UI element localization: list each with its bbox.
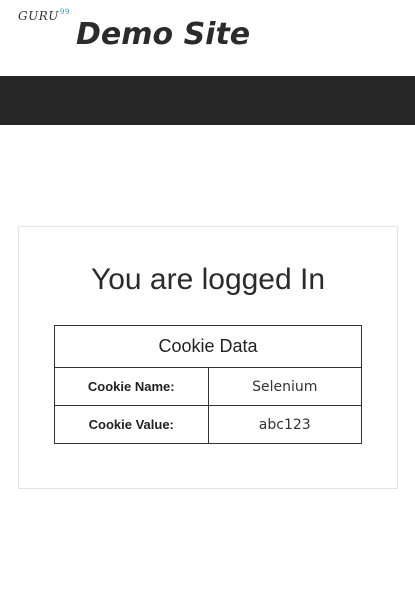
logo-superscript: 99 — [59, 8, 70, 16]
site-title: Demo Site — [76, 17, 251, 52]
cookie-value-value: abc123 — [207, 405, 362, 444]
cookie-value-label: Cookie Value: — [54, 405, 209, 444]
site-header: GURU99 Demo Site — [0, 0, 415, 76]
cookie-name-value: Selenium — [207, 367, 362, 406]
login-status-panel: You are logged In Cookie Data Cookie Nam… — [18, 226, 398, 489]
cookie-name-label: Cookie Name: — [54, 367, 209, 406]
cookie-data-table: Cookie Data Cookie Name: Selenium Cookie… — [54, 325, 362, 444]
navigation-bar — [0, 76, 415, 125]
table-caption: Cookie Data — [54, 325, 362, 368]
table-row: Cookie Name: Selenium — [54, 367, 362, 406]
table-row: Cookie Value: abc123 — [54, 405, 362, 444]
logo-text: GURU — [18, 9, 59, 23]
guru99-logo[interactable]: GURU99 — [18, 8, 70, 23]
table-header-row: Cookie Data — [54, 325, 362, 368]
page: GURU99 Demo Site You are logged In Cooki… — [0, 0, 415, 610]
logged-in-heading: You are logged In — [90, 263, 326, 296]
